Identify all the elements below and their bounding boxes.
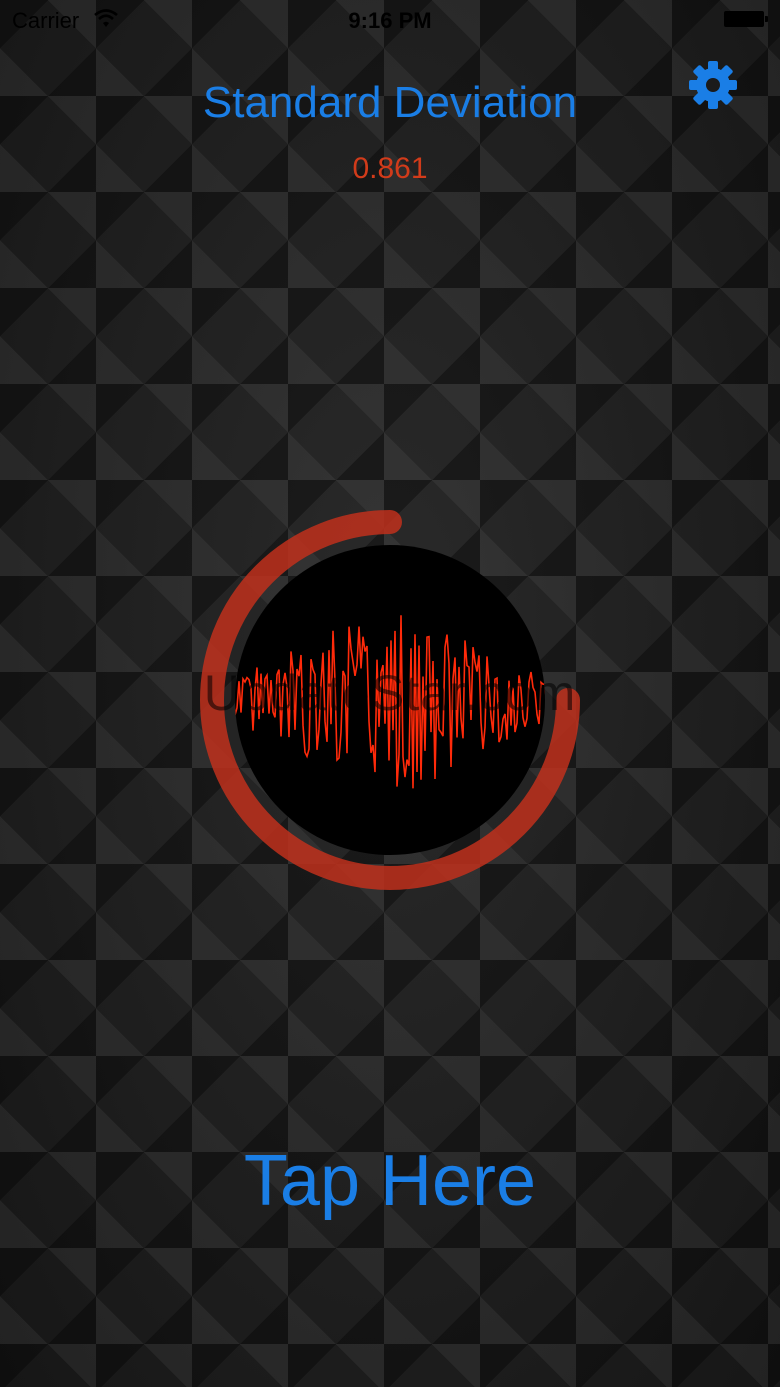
deviation-value: 0.861 [352, 152, 428, 185]
battery-icon [724, 11, 768, 27]
page-title: Standard Deviation [202, 78, 578, 127]
tap-here-button[interactable]: Tap Here [0, 1140, 780, 1222]
status-time: 9:16 PM [348, 8, 432, 33]
watermark: UpdateStar.com [203, 665, 577, 721]
status-bar: Carrier 9:16 PM [0, 0, 780, 40]
gear-icon[interactable] [688, 60, 738, 110]
